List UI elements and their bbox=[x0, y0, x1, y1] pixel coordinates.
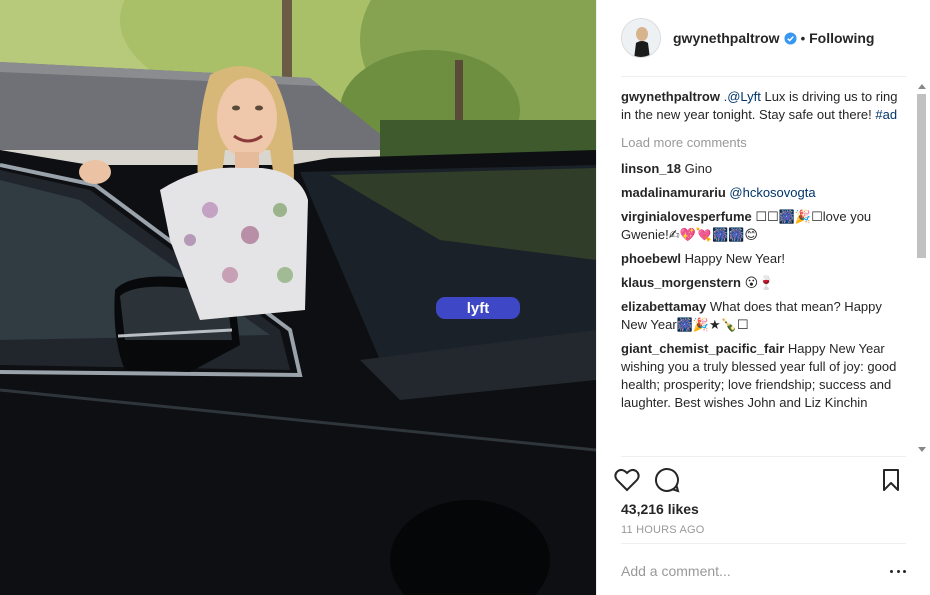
comment-username[interactable]: madalinamurariu bbox=[621, 185, 726, 200]
post-window: lyft gwynethpaltrow • Following gwynethp… bbox=[0, 0, 930, 595]
likes-count[interactable]: 43,216 likes bbox=[621, 501, 699, 517]
header-divider bbox=[621, 76, 906, 77]
comment-item: elizabettamay What does that mean? Happy… bbox=[621, 298, 903, 334]
comment-username[interactable]: elizabettamay bbox=[621, 299, 706, 314]
caption: gwynethpaltrow .@Lyft Lux is driving us … bbox=[621, 88, 903, 124]
comment-username[interactable]: giant_chemist_pacific_fair bbox=[621, 341, 784, 356]
caption-username[interactable]: gwynethpaltrow bbox=[621, 89, 720, 104]
comment-icon bbox=[655, 467, 680, 493]
comment-text: 😮🍷 bbox=[744, 275, 775, 290]
load-more-comments-link[interactable]: Load more comments bbox=[621, 134, 913, 152]
verified-badge-icon bbox=[784, 31, 797, 45]
comment-username[interactable]: klaus_morgenstern bbox=[621, 275, 741, 290]
like-button[interactable] bbox=[613, 466, 641, 494]
scrollbar-thumb[interactable] bbox=[917, 94, 926, 258]
actions-divider bbox=[621, 456, 906, 457]
action-bar bbox=[613, 462, 915, 498]
more-dot bbox=[903, 569, 906, 573]
post-header: gwynethpaltrow • Following bbox=[597, 0, 930, 76]
lyft-badge-text: lyft bbox=[467, 300, 490, 317]
scroll-up-arrow-icon[interactable] bbox=[918, 84, 926, 89]
following-button[interactable]: Following bbox=[809, 30, 874, 46]
comment-username[interactable]: linson_18 bbox=[621, 161, 681, 176]
comment-item: linson_18 Gino bbox=[621, 160, 903, 178]
comment-username[interactable]: phoebewl bbox=[621, 251, 681, 266]
comment-button[interactable] bbox=[653, 466, 681, 494]
add-comment-input[interactable] bbox=[621, 560, 881, 582]
more-options-icon[interactable] bbox=[890, 562, 906, 580]
caption-mention[interactable]: .@Lyft bbox=[724, 89, 761, 104]
avatar[interactable] bbox=[621, 18, 661, 58]
scroll-down-arrow-icon[interactable] bbox=[918, 447, 926, 452]
post-photo[interactable]: lyft bbox=[0, 0, 596, 595]
comment-text: Gino bbox=[684, 161, 713, 176]
comment-item: madalinamurariu @hckosovogta bbox=[621, 184, 903, 202]
comment-item: phoebewl Happy New Year! bbox=[621, 250, 903, 268]
comments-panel: gwynethpaltrow • Following gwynethpaltro… bbox=[596, 0, 930, 595]
header-username[interactable]: gwynethpaltrow bbox=[673, 30, 780, 46]
header-separator: • bbox=[800, 30, 806, 46]
comment-mention[interactable]: @hckosovogta bbox=[729, 185, 815, 200]
comment-item: klaus_morgenstern 😮🍷 bbox=[621, 274, 903, 292]
photo-scene: lyft bbox=[0, 0, 596, 595]
caption-hashtag[interactable]: #ad bbox=[875, 107, 897, 122]
comment-item: virginialovesperfume ☐☐🎆🎉☐love you Gweni… bbox=[621, 208, 903, 244]
comment-item: giant_chemist_pacific_fair Happy New Yea… bbox=[621, 340, 903, 412]
heart-icon bbox=[614, 468, 640, 492]
post-timestamp[interactable]: 11 HOURS AGO bbox=[621, 524, 705, 536]
comment-username[interactable]: virginialovesperfume bbox=[621, 209, 752, 224]
add-comment-divider bbox=[621, 543, 906, 544]
comment-text: Happy New Year! bbox=[684, 251, 786, 266]
comments-scrollbar[interactable] bbox=[914, 80, 928, 456]
avatar-image bbox=[622, 19, 660, 57]
more-dot bbox=[890, 569, 893, 573]
save-button[interactable] bbox=[877, 466, 905, 494]
comments-list[interactable]: gwynethpaltrow .@Lyft Lux is driving us … bbox=[621, 88, 913, 456]
bookmark-icon bbox=[883, 469, 899, 491]
more-dot bbox=[896, 569, 900, 573]
